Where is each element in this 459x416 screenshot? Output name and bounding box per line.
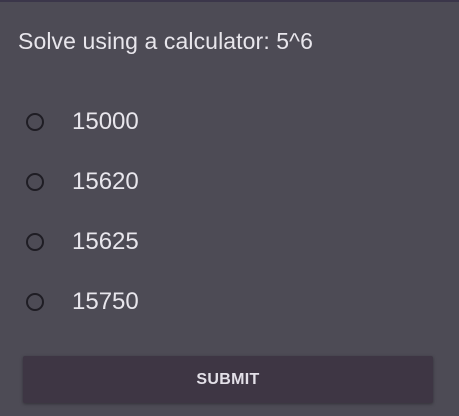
submit-button[interactable]: SUBMIT <box>23 356 433 403</box>
option-label-3: 15625 <box>72 228 139 255</box>
radio-button-3[interactable] <box>26 233 44 251</box>
answer-options: 15000 15620 15625 15750 <box>24 92 424 332</box>
question-text: Solve using a calculator: 5^6 <box>18 28 313 54</box>
option-label-4: 15750 <box>72 288 139 315</box>
option-3[interactable]: 15625 <box>24 212 424 272</box>
option-2[interactable]: 15620 <box>24 152 424 212</box>
option-label-1: 15000 <box>72 108 139 135</box>
option-1[interactable]: 15000 <box>24 92 424 152</box>
option-4[interactable]: 15750 <box>24 272 424 332</box>
radio-button-2[interactable] <box>26 173 44 191</box>
top-edge-divider <box>0 0 459 2</box>
radio-button-1[interactable] <box>26 113 44 131</box>
radio-button-4[interactable] <box>26 293 44 311</box>
option-label-2: 15620 <box>72 168 139 195</box>
